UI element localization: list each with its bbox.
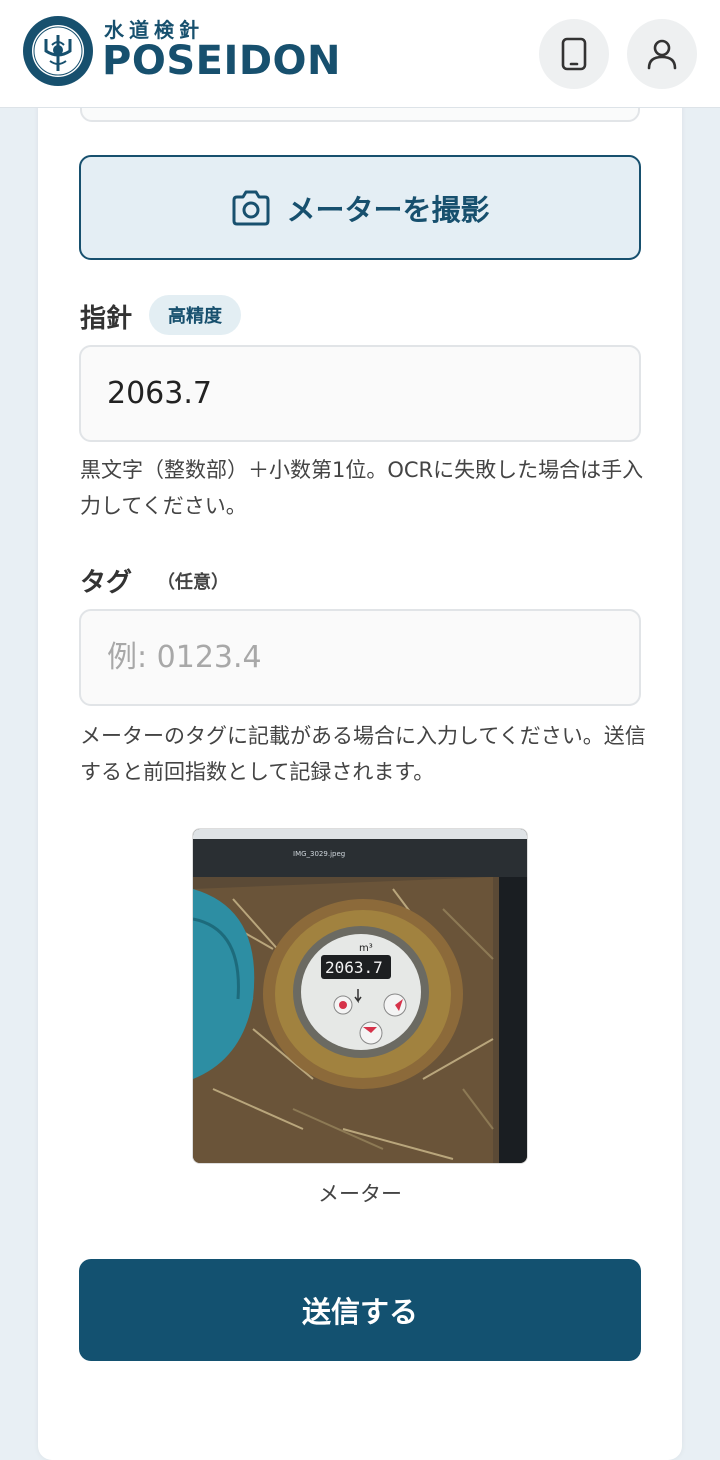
phone-icon bbox=[561, 37, 587, 71]
poseidon-emblem-logo bbox=[23, 16, 93, 86]
logo-title: POSEIDON bbox=[102, 38, 342, 84]
capture-meter-button[interactable]: メーターを撮影 bbox=[79, 155, 641, 260]
device-button[interactable] bbox=[539, 19, 609, 89]
capture-meter-label: メーターを撮影 bbox=[286, 192, 490, 227]
account-button[interactable] bbox=[627, 19, 697, 89]
camera-icon bbox=[232, 190, 270, 225]
tag-input[interactable] bbox=[79, 609, 641, 706]
user-icon bbox=[647, 39, 677, 70]
app-header: 水道検針 POSEIDON bbox=[0, 0, 720, 108]
tag-label: タグ bbox=[80, 568, 133, 598]
reading-label: 指針 bbox=[80, 304, 133, 334]
photo-window-title: IMG_3029.jpeg bbox=[293, 850, 345, 858]
reading-input[interactable] bbox=[79, 345, 641, 442]
meter-photo[interactable]: IMG_3029.jpeg 2063.7 m³ bbox=[192, 828, 528, 1164]
reading-help-text: 黒文字（整数部）＋小数第1位。OCRに失敗した場合は手入力してください。 bbox=[80, 458, 644, 518]
submit-button[interactable]: 送信する bbox=[79, 1259, 641, 1361]
photo-meter-reading: 2063.7 bbox=[325, 958, 383, 977]
meter-photo-image: IMG_3029.jpeg 2063.7 m³ bbox=[193, 829, 527, 1163]
optional-label: （任意） bbox=[157, 572, 229, 593]
photo-caption: メーター bbox=[318, 1182, 402, 1206]
photo-meter-unit: m³ bbox=[359, 943, 373, 954]
high-precision-badge: 高精度 bbox=[149, 295, 241, 335]
tag-help-text: メーターのタグに記載がある場合に入力してください。送信すると前回指数として記録さ… bbox=[80, 724, 646, 784]
